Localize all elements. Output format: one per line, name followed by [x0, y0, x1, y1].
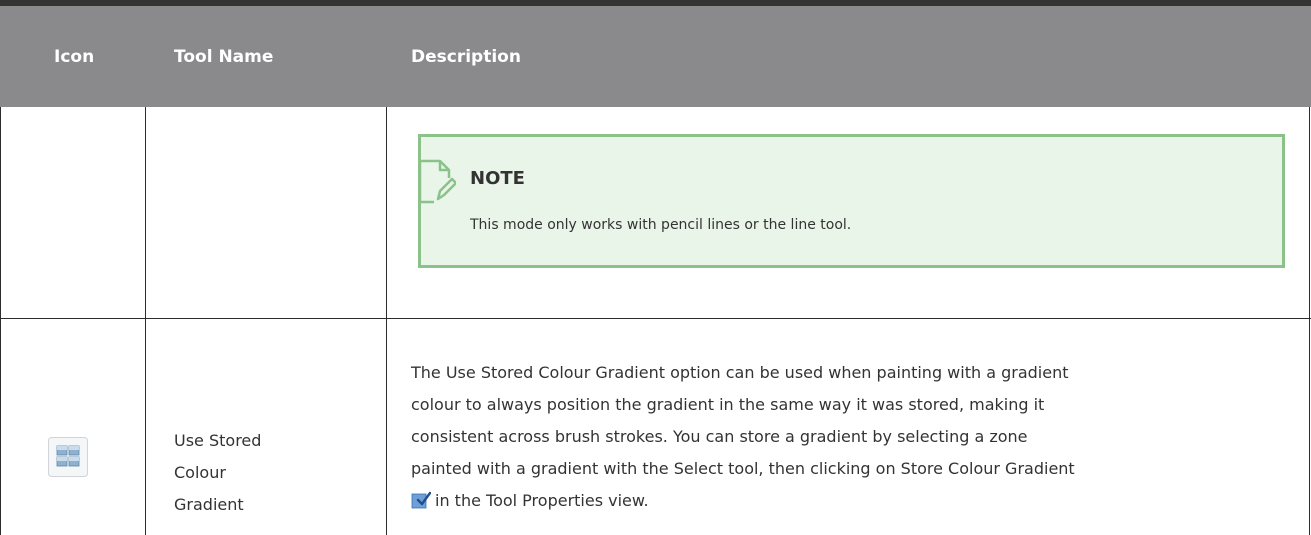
table-header-row: Icon Tool Name Description — [0, 6, 1311, 107]
column-divider-1 — [145, 107, 146, 535]
tool-name-line: Colour — [174, 463, 226, 482]
grid-icon — [48, 437, 88, 477]
tool-name-line: Gradient — [174, 495, 244, 514]
tool-name-line: Use Stored — [174, 431, 262, 450]
description-line: painted with a gradient with the Select … — [411, 459, 1075, 478]
header-icon: Icon — [54, 46, 95, 67]
store-colour-gradient-icon — [411, 491, 431, 509]
header-description: Description — [411, 46, 521, 67]
note-pencil-icon — [418, 159, 456, 204]
note-text: This mode only works with pencil lines o… — [470, 217, 852, 233]
description-line: The Use Stored Colour Gradient option ca… — [411, 363, 1069, 382]
tool-name-cell: Use Stored Colour Gradient — [174, 425, 354, 521]
description-cell: The Use Stored Colour Gradient option ca… — [411, 357, 1291, 517]
description-line: in the Tool Properties view. — [435, 491, 649, 510]
column-border-right — [1309, 107, 1310, 535]
description-line: colour to always position the gradient i… — [411, 395, 1045, 414]
tools-table: Icon Tool Name Description NOTE This mod… — [0, 0, 1311, 535]
column-border-left — [0, 107, 1, 535]
column-divider-2 — [386, 107, 387, 535]
note-title: NOTE — [470, 168, 525, 189]
header-tool-name: Tool Name — [174, 46, 274, 67]
description-last-line: in the Tool Properties view. — [411, 485, 1291, 517]
note-box — [418, 134, 1285, 268]
description-line: consistent across brush strokes. You can… — [411, 427, 1028, 446]
row-divider — [0, 318, 1311, 319]
